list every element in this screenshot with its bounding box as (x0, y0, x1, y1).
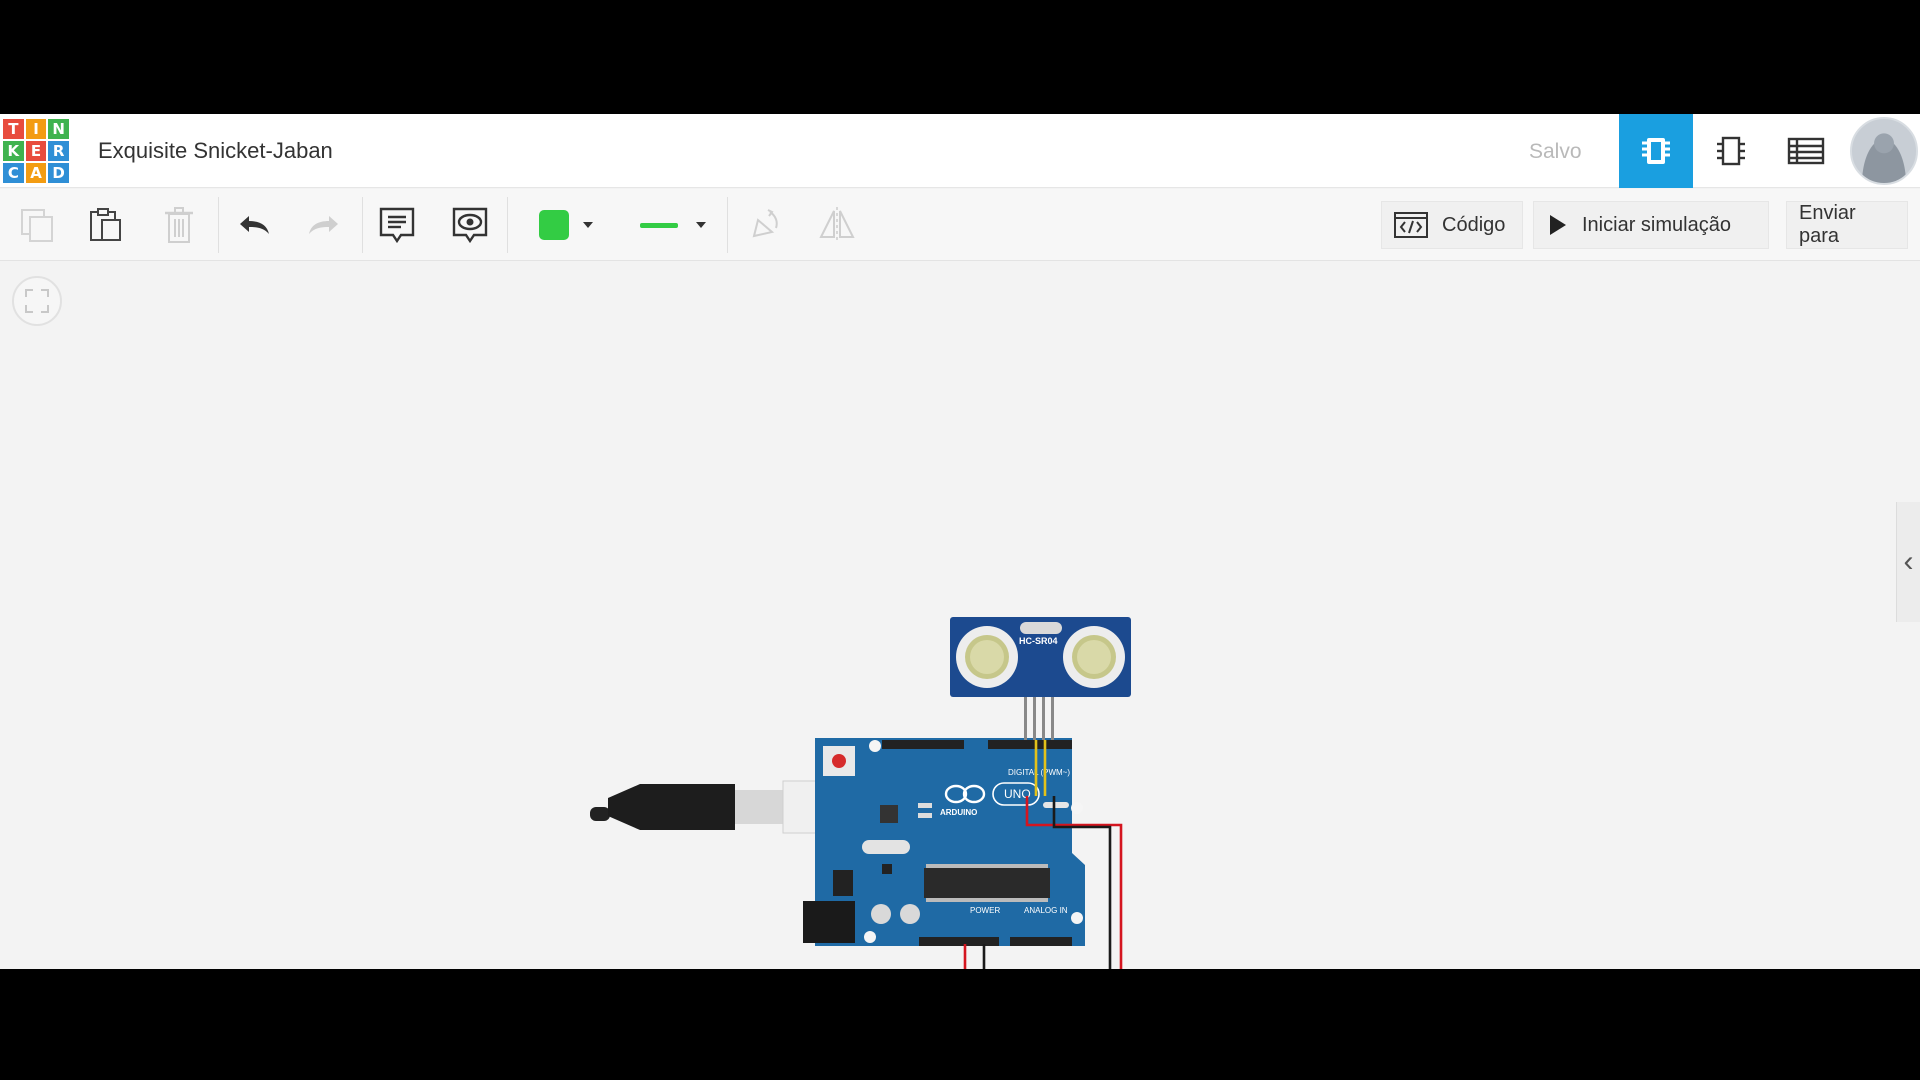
hc-sr04-ultrasonic-sensor[interactable]: HC-SR04 (950, 617, 1131, 740)
analog-header-label: ANALOG IN (1024, 906, 1068, 915)
board-brand: ARDUINO (940, 808, 977, 817)
digital-header-label: DIGITAL (PWM~) (1008, 768, 1070, 777)
tinkercad-app: TINKERCAD Exquisite Snicket-Jaban Salvo (0, 114, 1920, 969)
sensor-label: HC-SR04 (1019, 636, 1058, 646)
arduino-uno-board[interactable]: DIGITAL (PWM~) ARDUINO UNO POWER ANALOG … (803, 738, 1085, 946)
power-header-label: POWER (970, 906, 1000, 915)
circuit-canvas[interactable]: DIGITAL (PWM~) ARDUINO UNO POWER ANALOG … (0, 114, 1920, 969)
